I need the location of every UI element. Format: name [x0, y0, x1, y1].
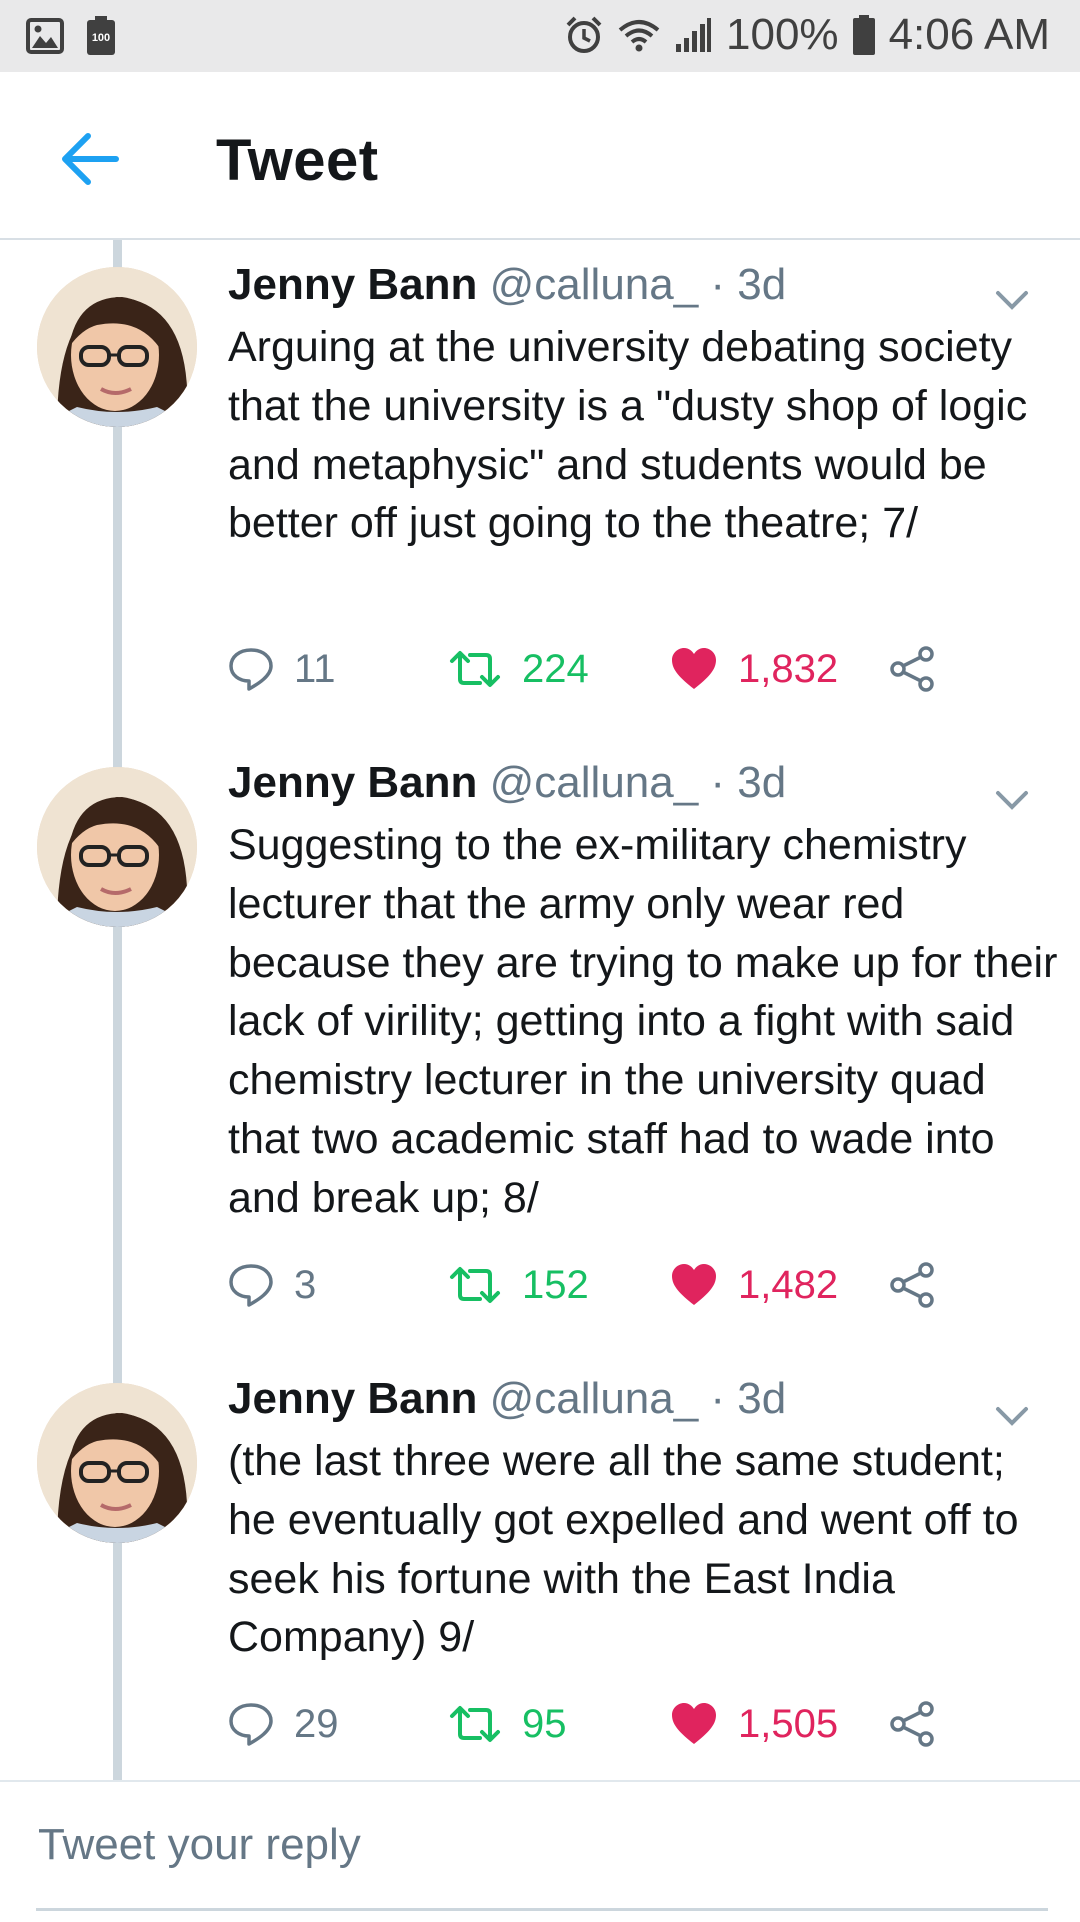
status-bar: 100 100% 4:06 AM	[0, 0, 1080, 72]
share-button[interactable]	[888, 639, 936, 699]
retweet-count: 95	[522, 1701, 567, 1746]
avatar[interactable]	[37, 267, 197, 427]
like-count: 1,482	[738, 1262, 839, 1307]
wifi-icon	[618, 18, 660, 52]
author-name[interactable]: Jenny Bann	[228, 1374, 477, 1423]
like-button[interactable]: 1,832	[670, 639, 838, 699]
chevron-down-icon	[996, 1407, 1028, 1426]
retweet-button[interactable]: 152	[448, 1255, 589, 1315]
heart-filled-icon	[672, 648, 716, 689]
tweet-actions: 3 152 1,482	[228, 1255, 988, 1315]
retweet-count: 152	[522, 1262, 589, 1307]
reply-composer	[0, 1780, 1080, 1922]
profile-photo	[37, 1383, 197, 1543]
battery-icon	[852, 15, 875, 55]
battery-saver-label: 100	[91, 32, 111, 44]
share-icon	[890, 646, 934, 692]
reply-button[interactable]: 29	[228, 1694, 339, 1754]
share-button[interactable]	[888, 1694, 936, 1754]
tweet-timestamp: · 3d	[698, 1374, 787, 1423]
tweet-meta: Jenny Bann @calluna_ · 3d	[228, 260, 786, 310]
chevron-down-icon	[996, 791, 1028, 810]
tweet-text: (the last three were all the same studen…	[228, 1437, 1019, 1662]
author-name[interactable]: Jenny Bann	[228, 260, 477, 309]
tweet[interactable]: Jenny Bann @calluna_ · 3d Arguing at the…	[0, 240, 1080, 738]
heart-filled-icon	[672, 1264, 716, 1305]
reply-button[interactable]: 11	[228, 639, 336, 699]
tweet-text: Arguing at the university debating socie…	[228, 323, 1028, 548]
image-icon	[26, 16, 64, 56]
reply-input[interactable]	[36, 1782, 1048, 1911]
heart-filled-icon	[672, 1703, 716, 1744]
profile-photo	[37, 767, 197, 927]
tweet-menu-button[interactable]	[994, 288, 1030, 312]
author-handle[interactable]: @calluna_	[490, 1374, 699, 1423]
tweet-actions: 11 224 1,832	[228, 639, 988, 699]
tweet-text: Suggesting to the ex-military chemistry …	[228, 821, 1058, 1222]
reply-count: 11	[294, 646, 336, 691]
reply-icon	[229, 1703, 273, 1746]
reply-count: 29	[294, 1701, 339, 1746]
share-button[interactable]	[888, 1255, 936, 1315]
retweet-icon	[450, 1267, 500, 1303]
share-icon	[890, 1262, 934, 1308]
like-button[interactable]: 1,505	[670, 1694, 838, 1754]
tweet-menu-button[interactable]	[994, 788, 1030, 812]
author-handle[interactable]: @calluna_	[490, 260, 699, 309]
tweet-menu-button[interactable]	[994, 1404, 1030, 1428]
author-handle[interactable]: @calluna_	[490, 758, 699, 807]
retweet-count: 224	[522, 646, 589, 691]
reply-count: 3	[294, 1262, 317, 1307]
retweet-button[interactable]: 95	[448, 1694, 567, 1754]
author-name[interactable]: Jenny Bann	[228, 758, 477, 807]
battery-saver-icon: 100	[86, 16, 116, 56]
alarm-icon	[564, 15, 604, 55]
reply-icon	[229, 648, 273, 691]
tweet-timestamp: · 3d	[698, 758, 787, 807]
page-title: Tweet	[216, 128, 379, 193]
reply-button[interactable]: 3	[228, 1255, 316, 1315]
avatar[interactable]	[37, 1383, 197, 1543]
retweet-button[interactable]: 224	[448, 639, 589, 699]
chevron-down-icon	[996, 291, 1028, 310]
tweet-timestamp: · 3d	[698, 260, 787, 309]
tweet-meta: Jenny Bann @calluna_ · 3d	[228, 1374, 786, 1424]
top-app-bar: Tweet	[0, 72, 1080, 240]
arrow-left-icon	[62, 133, 119, 185]
retweet-icon	[450, 651, 500, 687]
like-count: 1,832	[738, 646, 839, 691]
signal-icon	[674, 18, 712, 52]
tweet[interactable]: Jenny Bann @calluna_ · 3d (the last thre…	[0, 1354, 1080, 1780]
like-button[interactable]: 1,482	[670, 1255, 838, 1315]
tweet-actions: 29 95 1,505	[228, 1694, 988, 1754]
share-icon	[890, 1701, 934, 1747]
battery-percent: 100%	[726, 10, 839, 59]
tweet-meta: Jenny Bann @calluna_ · 3d	[228, 758, 786, 808]
like-count: 1,505	[738, 1701, 839, 1746]
avatar[interactable]	[37, 767, 197, 927]
tweet[interactable]: Jenny Bann @calluna_ · 3d Suggesting to …	[0, 738, 1080, 1354]
reply-icon	[229, 1264, 273, 1307]
back-button[interactable]	[58, 127, 122, 191]
retweet-icon	[450, 1706, 500, 1742]
clock: 4:06 AM	[888, 10, 1050, 59]
profile-photo	[37, 267, 197, 427]
